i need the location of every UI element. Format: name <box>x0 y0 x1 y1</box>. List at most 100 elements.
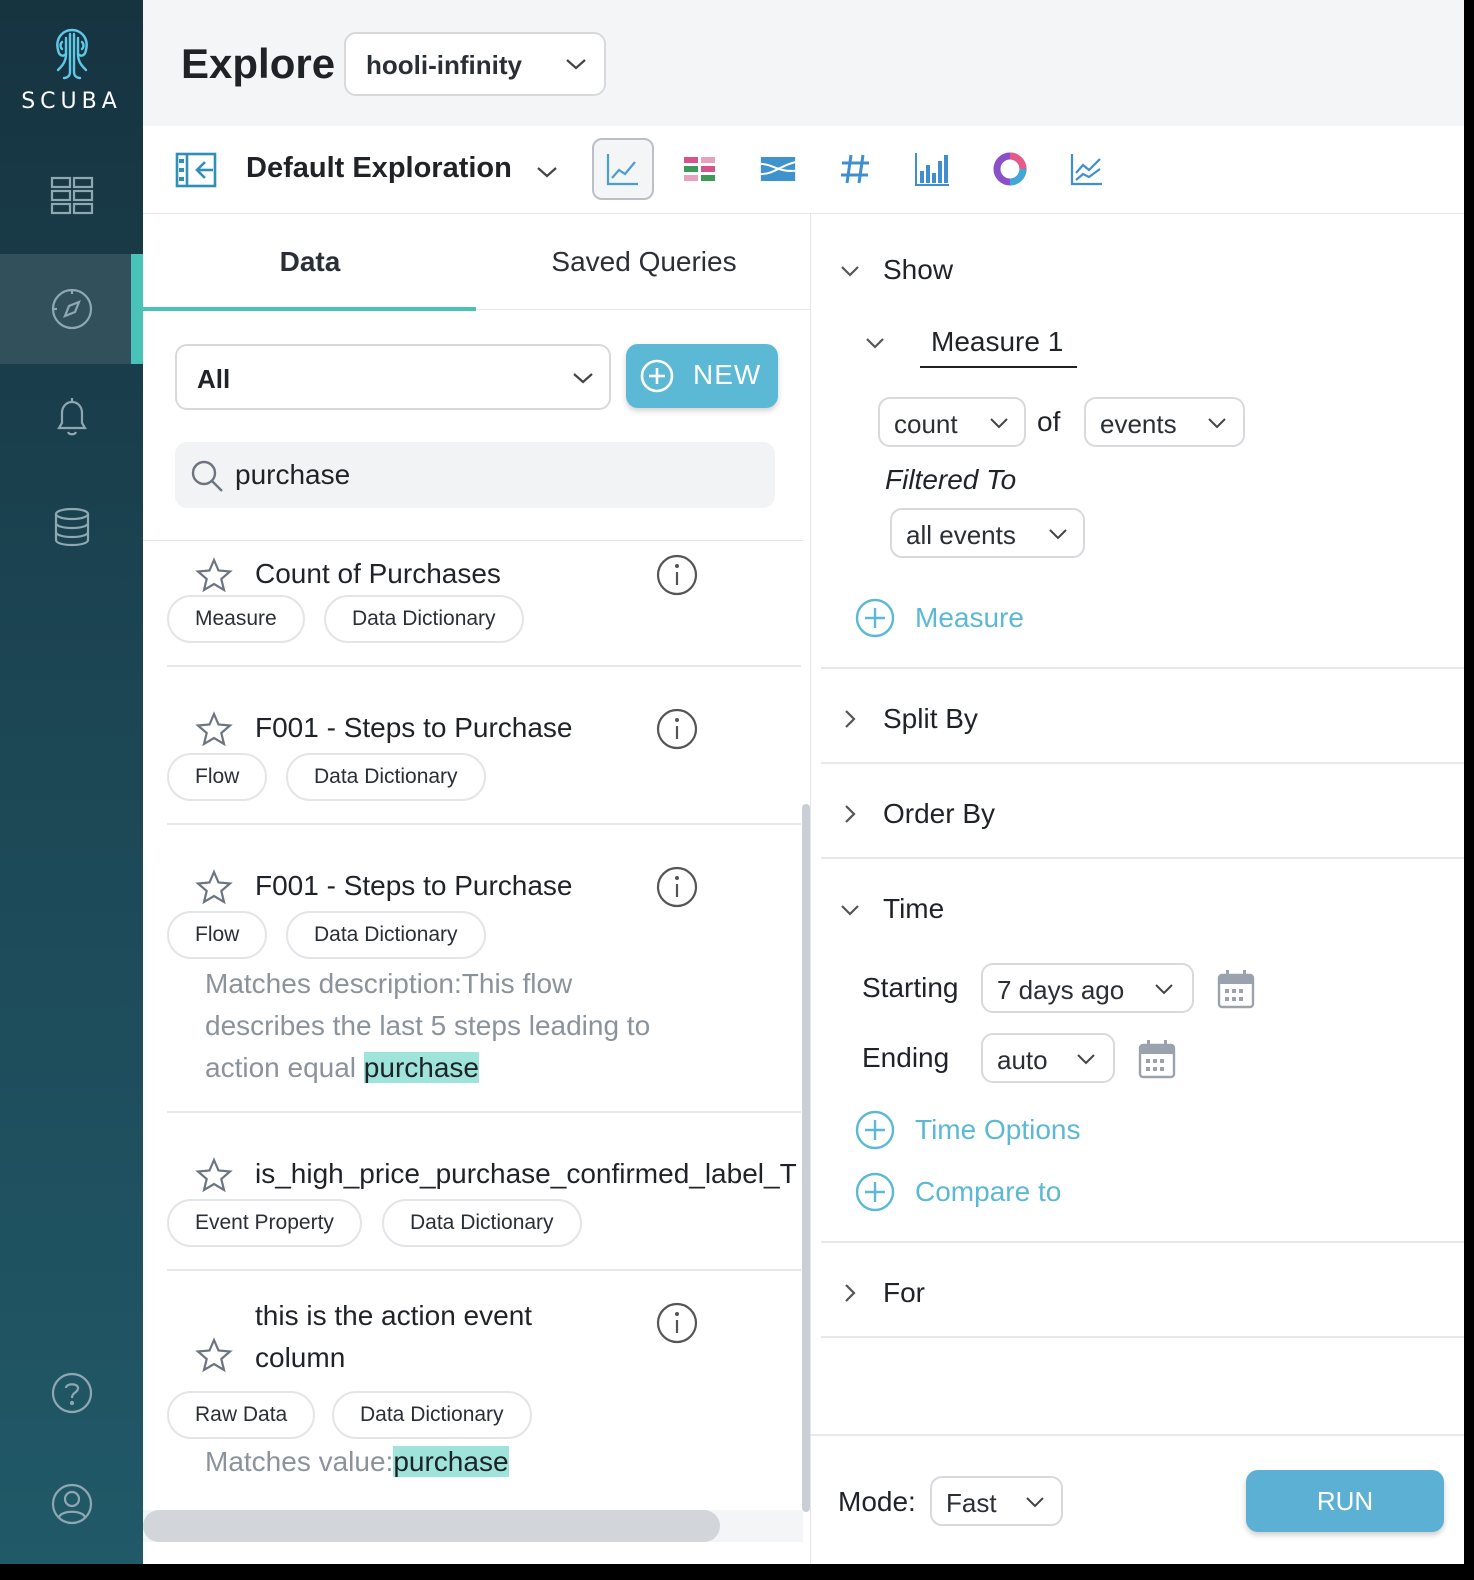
info-icon[interactable] <box>655 553 699 597</box>
sankey-icon <box>760 157 796 181</box>
tab-saved-queries[interactable]: Saved Queries <box>477 214 811 310</box>
horizontal-scrollbar[interactable] <box>143 1510 720 1542</box>
org-select-value: hooli-infinity <box>366 50 522 80</box>
plus-circle-icon[interactable] <box>854 597 896 639</box>
org-select[interactable]: hooli-infinity <box>344 32 606 96</box>
sidebar-item-help[interactable] <box>0 1338 143 1448</box>
item-tag: Flow <box>167 753 268 801</box>
exploration-toolbar: Default Exploration <box>143 126 1464 214</box>
chevron-down-icon[interactable] <box>864 332 886 354</box>
ending-time-select[interactable]: auto <box>981 1033 1115 1083</box>
vertical-scrollbar[interactable] <box>802 804 810 1512</box>
plus-circle-icon <box>640 359 674 393</box>
new-button[interactable]: NEW <box>626 344 778 408</box>
info-icon[interactable] <box>655 707 699 751</box>
sidebar-item-profile[interactable] <box>0 1449 143 1559</box>
plus-circle-icon[interactable] <box>854 1171 896 1213</box>
star-icon[interactable] <box>195 869 233 905</box>
sidebar-item-alerts[interactable] <box>0 362 143 472</box>
data-type-filter-select[interactable]: All <box>175 344 611 410</box>
chevron-down-icon <box>990 418 1008 429</box>
search-results-list: Count of Purchases Measure Data Dictiona… <box>143 540 803 1510</box>
list-item[interactable]: is_high_price_purchase_confirmed_label_T… <box>167 1113 801 1271</box>
chevron-down-icon[interactable] <box>839 260 861 282</box>
split-by-section-header[interactable]: Split By <box>883 703 978 735</box>
collapse-panel-icon[interactable] <box>175 152 217 188</box>
help-icon <box>51 1372 92 1414</box>
bar-chart-icon <box>915 153 949 186</box>
list-item[interactable]: Count of Purchases Measure Data Dictiona… <box>167 541 801 667</box>
chevron-down-icon <box>1049 529 1067 540</box>
viz-bar-chart-button[interactable] <box>901 138 963 200</box>
chevron-down-icon[interactable] <box>839 899 861 921</box>
sidebar-item-data[interactable] <box>0 472 143 582</box>
filter-select[interactable]: all events <box>890 508 1085 558</box>
item-title: this is the action event <box>255 1300 533 1331</box>
section-divider <box>821 857 1464 859</box>
donut-icon <box>993 152 1027 186</box>
exploration-name[interactable]: Default Exploration <box>246 152 512 185</box>
for-section-header[interactable]: For <box>883 1277 925 1309</box>
chevron-down-icon <box>566 59 586 70</box>
viz-donut-button[interactable] <box>979 138 1041 200</box>
list-item[interactable]: F001 - Steps to Purchase Flow Data Dicti… <box>167 667 801 825</box>
star-icon[interactable] <box>195 711 233 747</box>
info-icon[interactable] <box>655 1301 699 1345</box>
calendar-icon[interactable] <box>1138 1039 1176 1079</box>
filter-select-value: all events <box>906 520 1016 550</box>
boards-grid-icon <box>50 176 93 215</box>
sidebar-item-boards[interactable] <box>0 140 143 250</box>
run-button[interactable]: RUN <box>1246 1470 1444 1532</box>
chevron-down-icon <box>1208 418 1226 429</box>
compare-line-icon <box>1070 154 1102 186</box>
star-icon[interactable] <box>195 1157 233 1193</box>
measure-tab[interactable]: Measure 1 <box>931 326 1063 358</box>
plus-circle-icon[interactable] <box>854 1109 896 1151</box>
viz-heatmap-button[interactable] <box>669 138 731 200</box>
sidebar: SCUBA <box>0 0 143 1564</box>
match-prefix: Matches value: <box>205 1446 394 1477</box>
chevron-right-icon[interactable] <box>839 1282 861 1304</box>
search-input[interactable] <box>235 452 755 498</box>
mode-label: Mode: <box>838 1486 916 1517</box>
chevron-right-icon[interactable] <box>839 803 861 825</box>
item-tag: Data Dictionary <box>382 1199 582 1247</box>
line-chart-icon <box>606 154 638 186</box>
match-prefix: action equal <box>205 1052 364 1083</box>
mode-select[interactable]: Fast <box>930 1476 1063 1526</box>
list-item[interactable]: F001 - Steps to Purchase Flow Data Dicti… <box>167 825 801 1113</box>
ending-time-value: auto <box>997 1045 1048 1075</box>
star-icon[interactable] <box>195 1337 233 1373</box>
time-section-header[interactable]: Time <box>883 893 944 925</box>
show-section-header[interactable]: Show <box>883 254 953 286</box>
viz-sankey-button[interactable] <box>747 138 809 200</box>
chevron-down-icon <box>573 373 593 384</box>
aggregate-select[interactable]: count <box>878 397 1026 447</box>
calendar-icon[interactable] <box>1217 969 1255 1009</box>
data-panel: Data Saved Queries All NEW Coun <box>143 214 811 1564</box>
list-item[interactable]: this is the action event column Raw Data… <box>167 1271 801 1510</box>
time-options-link[interactable]: Time Options <box>915 1114 1080 1146</box>
viz-compare-line-button[interactable] <box>1056 138 1118 200</box>
ending-label: Ending <box>862 1042 950 1073</box>
chevron-right-icon[interactable] <box>839 708 861 730</box>
search-box <box>175 442 775 508</box>
user-icon <box>51 1483 92 1525</box>
new-button-label: NEW <box>693 359 762 390</box>
match-description-line: describes the last 5 steps leading to <box>205 1010 651 1041</box>
add-measure-link[interactable]: Measure <box>915 602 1024 634</box>
of-label: of <box>1037 406 1061 437</box>
sidebar-item-explore[interactable] <box>0 254 143 364</box>
info-icon[interactable] <box>655 865 699 909</box>
star-icon[interactable] <box>195 557 233 593</box>
scuba-logo[interactable]: SCUBA <box>0 24 143 114</box>
viz-line-chart-button[interactable] <box>592 138 654 200</box>
target-select[interactable]: events <box>1084 397 1245 447</box>
compare-to-link[interactable]: Compare to <box>915 1176 1061 1208</box>
chevron-down-icon[interactable] <box>535 164 559 180</box>
starting-time-select[interactable]: 7 days ago <box>981 963 1194 1013</box>
viz-number-button[interactable] <box>824 138 886 200</box>
section-divider <box>821 1241 1464 1243</box>
tab-data[interactable]: Data <box>143 214 477 311</box>
order-by-section-header[interactable]: Order By <box>883 798 995 830</box>
